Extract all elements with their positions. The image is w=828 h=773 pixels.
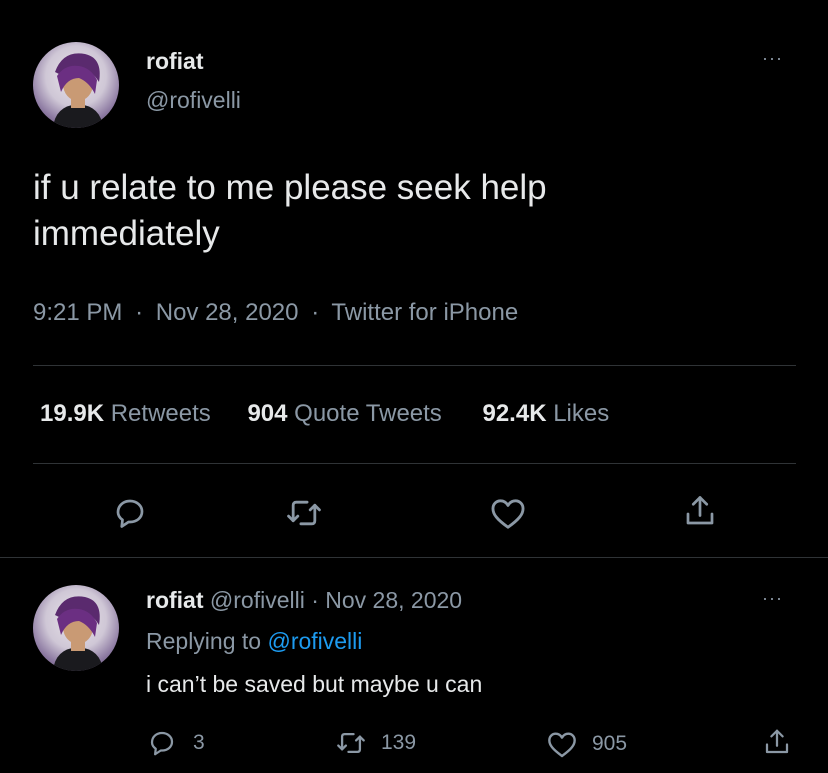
quote-tweets-stat[interactable]: 904 Quote Tweets <box>247 400 448 427</box>
quote-tweets-count: 904 <box>247 400 288 427</box>
user-handle[interactable]: @rofivelli <box>146 87 241 114</box>
reply-header: rofiat @rofivelli · Nov 28, 2020 <box>146 587 462 614</box>
reply-date[interactable]: Nov 28, 2020 <box>325 587 462 613</box>
reply-more-options-icon[interactable]: ··· <box>762 588 783 609</box>
display-name[interactable]: rofiat <box>146 48 204 75</box>
retweets-stat[interactable]: 19.9K Retweets <box>40 400 217 427</box>
reply-text: i can’t be saved but maybe u can <box>146 671 483 697</box>
retweet-icon[interactable] <box>285 496 323 530</box>
tweet-source[interactable]: Twitter for iPhone <box>331 299 518 326</box>
reply-avatar[interactable] <box>33 585 119 671</box>
tweet-text-line-2: immediately <box>33 214 220 253</box>
retweet-count: 139 <box>381 731 417 754</box>
more-options-icon[interactable]: ··· <box>762 48 783 69</box>
reply-user-handle[interactable]: @rofivelli <box>210 587 305 613</box>
reply-like-button[interactable]: 905 <box>546 729 627 759</box>
separator-dot: · <box>311 587 319 613</box>
likes-count: 92.4K <box>482 400 547 427</box>
separator-dot: · <box>135 299 144 326</box>
retweets-label: Retweets <box>110 400 211 427</box>
tweet-time[interactable]: 9:21 PM <box>33 299 122 326</box>
replying-to-label: Replying to <box>146 628 262 654</box>
replying-to-handle[interactable]: @rofivelli <box>267 628 362 654</box>
reply-retweet-button[interactable]: 139 <box>335 729 416 757</box>
likes-stat[interactable]: 92.4K Likes <box>482 400 609 427</box>
tweet-text: if u relate to me please seek help immed… <box>33 165 547 257</box>
like-count: 905 <box>592 732 628 755</box>
avatar-image <box>53 596 103 671</box>
reply-icon[interactable] <box>112 495 148 531</box>
reply-reply-button[interactable]: 3 <box>147 728 205 758</box>
avatar-image <box>53 53 103 128</box>
tweet-text-line-1: if u relate to me please seek help <box>33 168 547 207</box>
replying-to: Replying to @rofivelli <box>146 628 362 655</box>
retweet-icon <box>335 729 367 757</box>
tweet-date[interactable]: Nov 28, 2020 <box>156 299 299 326</box>
divider <box>33 463 796 464</box>
retweets-count: 19.9K <box>40 400 105 427</box>
reply-count: 3 <box>193 731 205 754</box>
likes-label: Likes <box>553 400 610 427</box>
reply-icon <box>147 728 177 758</box>
divider <box>33 365 796 366</box>
share-icon[interactable] <box>762 726 792 758</box>
separator-dot: · <box>311 299 320 326</box>
reply-display-name[interactable]: rofiat <box>146 587 204 613</box>
like-icon <box>546 729 578 759</box>
avatar[interactable] <box>33 42 119 128</box>
tweet-metadata: 9:21 PM · Nov 28, 2020 · Twitter for iPh… <box>33 299 518 327</box>
share-icon[interactable] <box>682 492 718 530</box>
divider <box>0 557 828 558</box>
like-icon[interactable] <box>489 495 527 531</box>
tweet-stats: 19.9K Retweets 904 Quote Tweets 92.4K Li… <box>40 400 609 428</box>
quote-tweets-label: Quote Tweets <box>294 400 442 427</box>
